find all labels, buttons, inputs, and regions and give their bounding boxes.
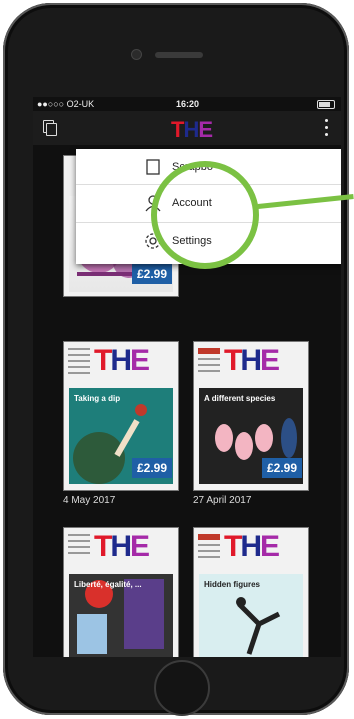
issue-cover[interactable]: THE Taking a dip £2.99 [63,341,179,491]
cover-sidebar [198,348,220,376]
issue-date: 27 April 2017 [193,495,252,506]
app-bar: THE [33,111,341,145]
issue-card[interactable]: THE Liberté, égalité, ... [63,527,179,657]
cover-sidebar [198,534,220,562]
cover-masthead: THE [94,530,150,563]
battery-icon [317,100,335,109]
scrapbook-icon [144,158,162,176]
cover-headline: Hidden figures [204,580,261,589]
cover-headline: A different species [204,394,276,403]
issue-card[interactable]: THE Taking a dip £2.99 4 May 2017 [63,341,179,506]
price-badge[interactable]: £2.99 [131,264,172,284]
issues-icon[interactable] [43,120,57,136]
issue-date: 4 May 2017 [63,495,116,506]
cover-headline: Taking a dip [74,394,121,403]
more-options-icon[interactable] [325,119,329,137]
clock: 16:20 [176,99,200,109]
cover-sidebar [68,534,90,558]
issue-card[interactable]: THE Hidden figures [193,527,309,657]
carrier-label: ●●○○○ O2-UK [37,99,95,109]
cover-sidebar [68,348,90,378]
front-camera [132,50,141,59]
phone-frame: ●●○○○ O2-UK 16:20 THE £2.99 THE Taking a… [3,3,349,716]
issue-card[interactable]: THE A different species £2.99 27 April 2… [193,341,309,506]
cover-headline: Liberté, égalité, ... [74,580,142,589]
cover-masthead: THE [224,530,280,563]
earpiece-speaker [155,52,203,58]
app-logo: THE [171,117,213,142]
cover-masthead: THE [224,344,280,377]
highlight-circle [151,161,259,269]
status-bar: ●●○○○ O2-UK 16:20 [33,97,341,111]
issue-cover[interactable]: THE Hidden figures [193,527,309,657]
home-button[interactable] [154,660,210,716]
cover-masthead: THE [94,344,150,377]
price-badge[interactable]: £2.99 [131,458,172,478]
price-badge[interactable]: £2.99 [261,458,302,478]
issue-cover[interactable]: THE Liberté, égalité, ... [63,527,179,657]
issue-cover[interactable]: THE A different species £2.99 [193,341,309,491]
